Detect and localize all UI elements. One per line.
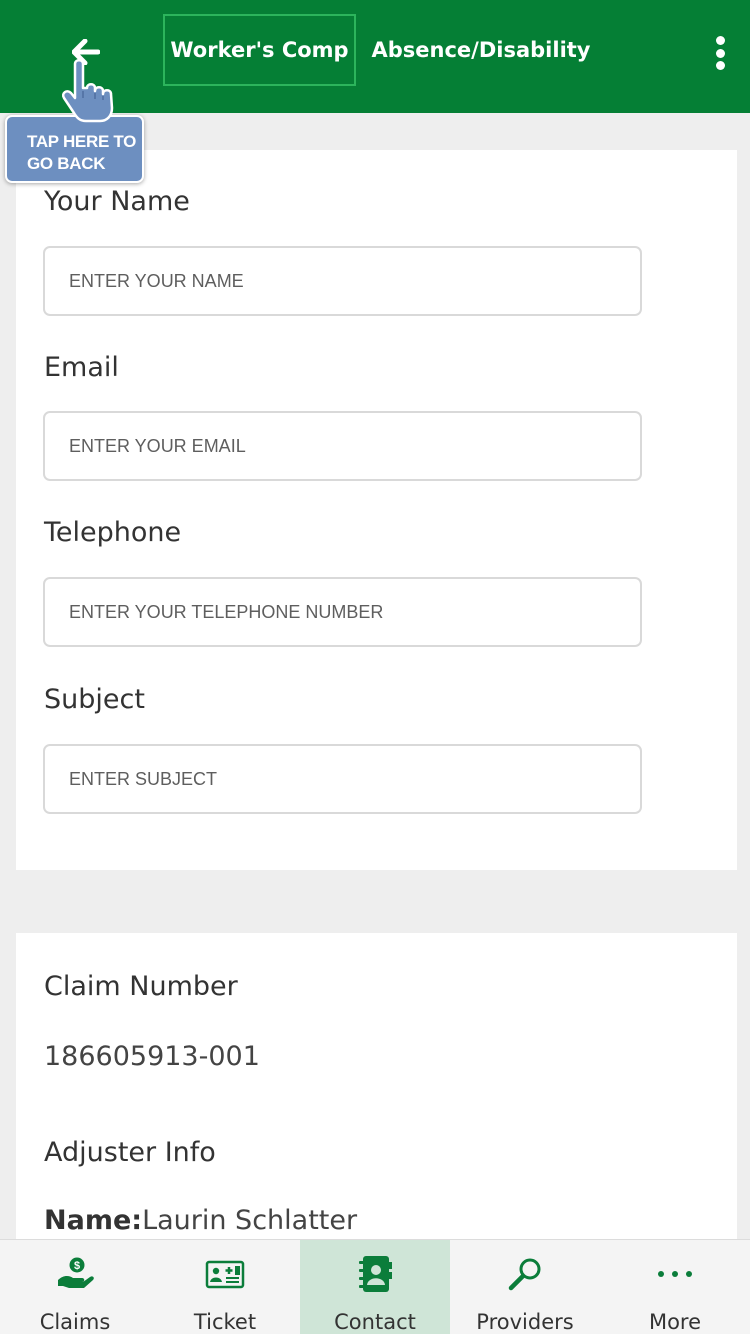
- nav-item-ticket[interactable]: Ticket: [150, 1240, 300, 1334]
- email-label: Email: [44, 352, 119, 383]
- nav-label-contact: Contact: [334, 1310, 416, 1334]
- kebab-menu-icon[interactable]: [700, 30, 740, 76]
- adjuster-name-label: Name:: [44, 1205, 143, 1236]
- contact-form-card: Your Name Email Telephone Subject: [16, 150, 737, 870]
- tab-workers-comp[interactable]: Worker's Comp: [163, 14, 356, 86]
- subject-label: Subject: [44, 684, 145, 715]
- telephone-label: Telephone: [44, 517, 182, 548]
- nav-label-ticket: Ticket: [193, 1310, 257, 1334]
- nav-item-providers[interactable]: Providers: [450, 1240, 600, 1334]
- telephone-field[interactable]: [43, 577, 642, 647]
- search-icon: [503, 1254, 547, 1294]
- tooltip-line-2: GO BACK: [27, 154, 106, 173]
- hand-money-icon: $: [53, 1254, 97, 1294]
- nav-item-more[interactable]: More: [600, 1240, 750, 1334]
- nav-label-claims: Claims: [39, 1310, 111, 1334]
- contact-book-icon: [353, 1254, 397, 1294]
- nav-label-providers: Providers: [476, 1310, 574, 1334]
- email-input[interactable]: [45, 413, 640, 479]
- id-card-icon: [203, 1254, 247, 1294]
- telephone-input[interactable]: [45, 579, 640, 645]
- pointing-hand-icon: [62, 59, 114, 123]
- tooltip-line-1: TAP HERE TO: [27, 132, 137, 151]
- more-dots-icon: [653, 1254, 697, 1294]
- subject-input[interactable]: [45, 746, 640, 812]
- svg-text:$: $: [74, 1260, 80, 1272]
- name-input[interactable]: [45, 248, 640, 314]
- claim-info-card: Claim Number 186605913-001 Adjuster Info…: [16, 933, 737, 1263]
- name-label: Your Name: [44, 186, 190, 217]
- nav-label-more: More: [648, 1310, 702, 1334]
- email-field[interactable]: [43, 411, 642, 481]
- name-field[interactable]: [43, 246, 642, 316]
- adjuster-info-label: Adjuster Info: [44, 1137, 216, 1168]
- nav-item-contact[interactable]: Contact: [300, 1240, 450, 1334]
- bottom-navigation: $ Claims Ticket Contact Providers More: [0, 1239, 750, 1334]
- adjuster-name: Name:Laurin Schlatter: [44, 1205, 357, 1236]
- go-back-tooltip: TAP HERE TO GO BACK: [5, 115, 144, 183]
- adjuster-name-value: Laurin Schlatter: [142, 1205, 358, 1236]
- claim-number-label: Claim Number: [44, 971, 238, 1002]
- nav-item-claims[interactable]: $ Claims: [0, 1240, 150, 1334]
- tab-absence-disability[interactable]: Absence/Disability: [370, 14, 592, 86]
- claim-number-value: 186605913-001: [44, 1041, 260, 1072]
- subject-field[interactable]: [43, 744, 642, 814]
